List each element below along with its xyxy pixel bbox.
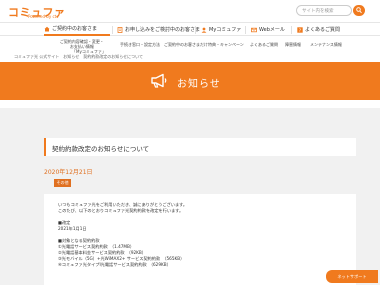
body-line: このたび、以下のとおりコミュファ光契約約款を改定を行います。 bbox=[58, 208, 184, 213]
contract-link[interactable]: ④コミュファ光タイプⅠ光電話サービス契約約款 （629KB） bbox=[58, 262, 171, 267]
sub-nav: ご契約内容確認・変更・ お支払い情報 「Myコミュファ」 手続き窓口・設定方法 … bbox=[0, 37, 380, 54]
logo-sub-text: Powered by ctc bbox=[28, 14, 59, 19]
gnav-item-webmail[interactable]: Webメール bbox=[251, 23, 285, 36]
gnav-label: お申し込みをご検討中のお客さま bbox=[125, 27, 201, 33]
subnav-item-outage[interactable]: 障害情報 bbox=[285, 42, 301, 47]
gnav-label: ご契約中のお客さま bbox=[52, 26, 98, 32]
mail-icon bbox=[251, 27, 257, 32]
body-line: いつもコミュファ光をご利用いただき、誠にありがとうございます。 bbox=[58, 202, 188, 207]
search-icon bbox=[356, 7, 362, 14]
site-logo[interactable]: コミュファ Powered by ctc bbox=[8, 3, 66, 19]
nav-divider bbox=[291, 26, 292, 34]
gnav-label: Webメール bbox=[259, 27, 285, 33]
nav-divider bbox=[245, 26, 246, 34]
net-support-label: ネットサポート bbox=[337, 273, 367, 279]
megaphone-icon bbox=[151, 73, 167, 88]
user-icon bbox=[201, 27, 207, 33]
subnav-item-contract[interactable]: ご契約内容確認・変更・ お支払い情報 「Myコミュファ」 bbox=[58, 39, 106, 54]
net-support-button[interactable]: ネットサポート bbox=[326, 270, 378, 283]
breadcrumb[interactable]: コミュファ光 公式サイト お知らせ 契約約款改定のお知らせについて bbox=[14, 54, 143, 60]
global-nav: ご契約中のお客さま お申し込みをご検討中のお客さま Myコミュファ Webメール… bbox=[0, 22, 380, 36]
body-line: ■対象となる契約約款 bbox=[58, 238, 100, 243]
gnav-item-faq[interactable]: ? よくあるご質問 bbox=[297, 23, 340, 36]
search-button[interactable] bbox=[353, 5, 365, 16]
page-title: お知らせ bbox=[177, 79, 221, 90]
contract-link[interactable]: ③光モバイル（5G）+光WiMAX2+ サービス契約約款 （565KB） bbox=[58, 256, 184, 261]
gnav-item-customers[interactable]: ご契約中のお客さま bbox=[44, 23, 110, 36]
gnav-label: Myコミュファ bbox=[209, 27, 242, 33]
subnav-item-procedures[interactable]: 手続き窓口・設定方法 bbox=[120, 42, 160, 47]
contract-link[interactable]: ①光電話サービス契約約款 （1.47MB） bbox=[58, 244, 134, 249]
body-line: 2021年1月1日 bbox=[58, 226, 87, 231]
contract-link[interactable]: ②光電話基本料金サービス契約約款 （92KB） bbox=[58, 250, 146, 255]
subnav-item-campaign[interactable]: ご契約中のお客さまだけ特典・キャンペーン bbox=[164, 42, 244, 47]
article-title: 契約約款改定のお知らせについて bbox=[52, 145, 150, 153]
document-icon bbox=[117, 26, 123, 33]
page-banner: お知らせ bbox=[0, 62, 380, 100]
article-body: いつもコミュファ光をご利用いただき、誠にありがとうございます。 このたび、以下の… bbox=[44, 194, 356, 285]
house-icon bbox=[44, 26, 50, 31]
gnav-item-my-commufa[interactable]: Myコミュファ bbox=[201, 23, 241, 36]
nav-divider bbox=[112, 26, 113, 34]
faq-icon: ? bbox=[297, 26, 303, 33]
search-input[interactable]: サイト内を検索 bbox=[296, 5, 352, 16]
site-header: コミュファ Powered by ctc サイト内を検索 bbox=[0, 0, 380, 22]
subnav-item-faq[interactable]: よくあるご質問 bbox=[250, 42, 278, 47]
subnav-item-maintenance[interactable]: メンテナンス情報 bbox=[310, 42, 342, 47]
nav-divider bbox=[195, 26, 196, 34]
body-line: ■改定 bbox=[58, 220, 71, 225]
category-badge: その他 bbox=[54, 179, 71, 187]
gnav-item-prospects[interactable]: お申し込みをご検討中のお客さま bbox=[117, 23, 200, 36]
article-title-bar: 契約約款改定のお知らせについて bbox=[44, 138, 356, 156]
search-placeholder: サイト内を検索 bbox=[302, 9, 334, 14]
gnav-label: よくあるご質問 bbox=[305, 27, 341, 33]
article-date: 2020年12月21日 bbox=[44, 169, 93, 176]
